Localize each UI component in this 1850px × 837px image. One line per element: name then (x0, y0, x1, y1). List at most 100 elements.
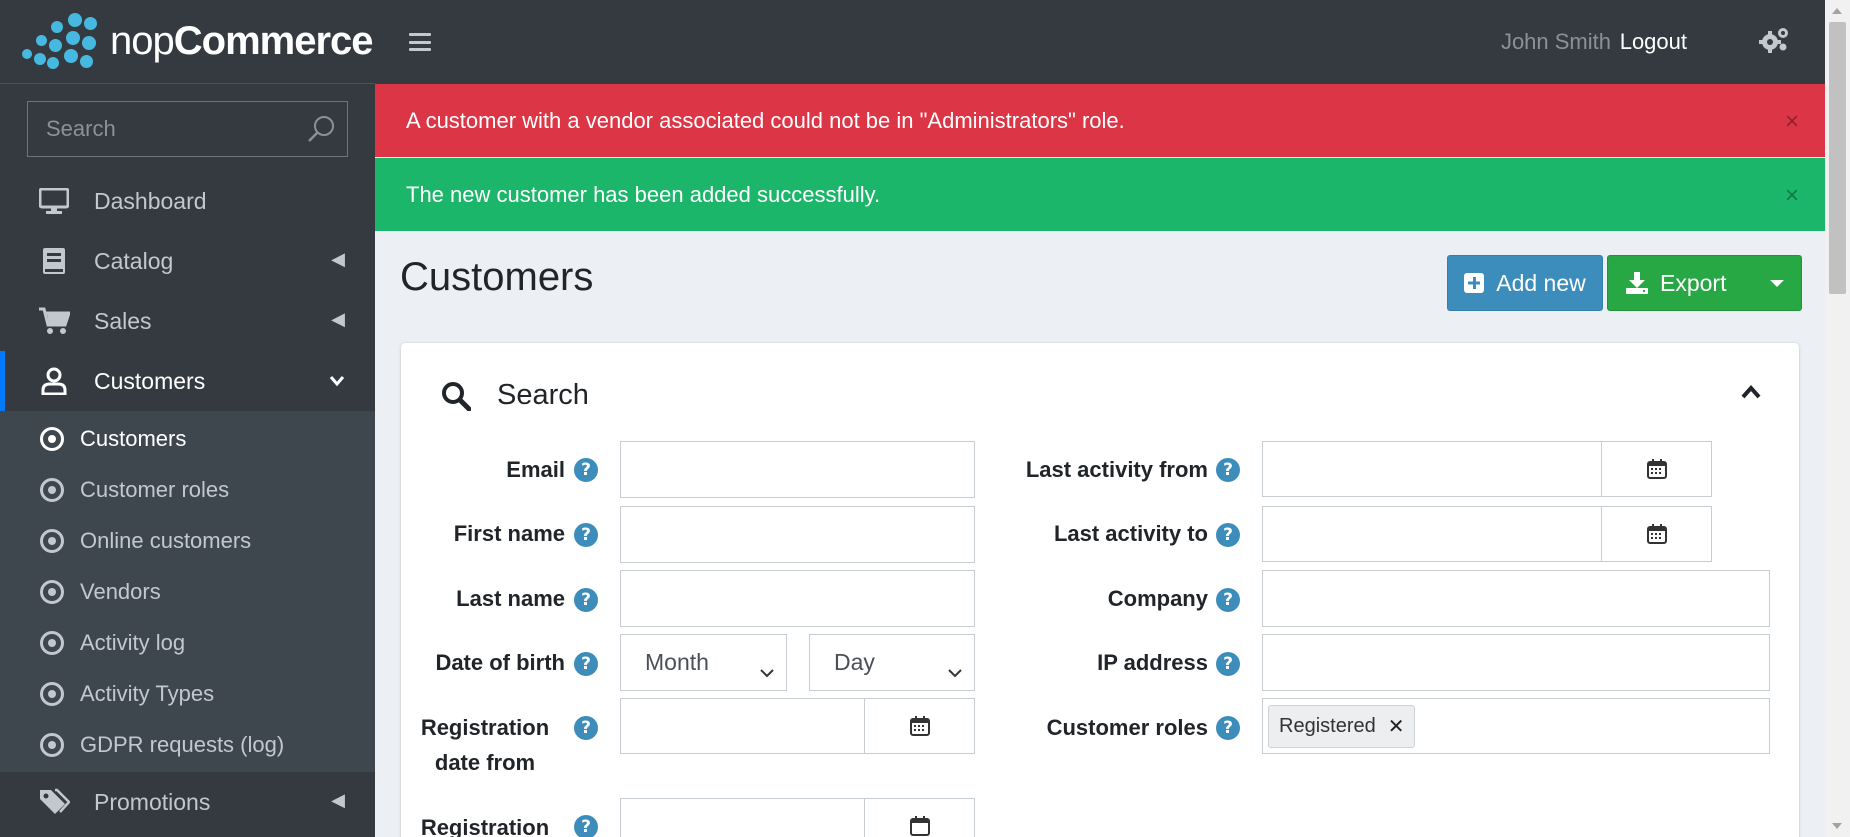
chevron-left-icon: ◀ (331, 790, 345, 810)
help-icon[interactable]: ? (574, 716, 598, 740)
circle-dot-icon (40, 732, 64, 757)
dob-day-select[interactable]: Day (809, 634, 975, 691)
close-icon[interactable]: × (1785, 182, 1799, 210)
chevron-down-icon (760, 657, 774, 684)
circle-dot-icon (40, 426, 64, 451)
circle-dot-icon (40, 477, 64, 502)
company-label: Company (1107, 586, 1208, 611)
last-activity-to-field[interactable] (1262, 506, 1712, 562)
error-alert-message: A customer with a vendor associated coul… (406, 107, 1125, 133)
calendar-icon[interactable] (1601, 442, 1711, 496)
sidebar-item-sales[interactable]: Sales ◀ (0, 291, 375, 351)
sidebar-search-input[interactable] (46, 116, 296, 142)
sidebar-item-promotions[interactable]: Promotions ◀ (0, 772, 375, 832)
chevron-down-icon (948, 657, 962, 684)
last-activity-to-label: Last activity to (1053, 521, 1208, 546)
chevron-down-icon (329, 371, 345, 392)
sidebar-item-catalog[interactable]: Catalog ◀ (0, 231, 375, 291)
customer-roles-label: Customer roles (1046, 715, 1208, 740)
customer-roles-multiselect[interactable]: Registered ✕ (1262, 698, 1770, 754)
tags-icon (38, 786, 70, 818)
gears-icon[interactable] (1759, 26, 1789, 59)
customers-submenu: Customers Customer roles Online customer… (0, 411, 375, 772)
calendar-icon[interactable] (864, 699, 974, 753)
help-icon[interactable]: ? (1216, 588, 1240, 612)
remove-tag-icon[interactable]: ✕ (1388, 714, 1405, 739)
sidebar-search[interactable] (27, 101, 348, 157)
desktop-icon (38, 185, 70, 217)
submenu-item-customers[interactable]: Customers (0, 413, 375, 464)
calendar-icon[interactable] (1601, 507, 1711, 561)
error-alert: A customer with a vendor associated coul… (375, 84, 1825, 157)
registration-to-label: Registration (420, 815, 550, 837)
scroll-up-icon[interactable] (1832, 8, 1842, 14)
scroll-thumb[interactable] (1829, 22, 1846, 294)
cart-icon (38, 305, 70, 337)
first-name-label: First name (453, 521, 565, 546)
ip-address-label: IP address (1097, 650, 1208, 675)
top-navbar: John Smith Logout (375, 0, 1825, 84)
search-icon[interactable] (305, 113, 337, 145)
submenu-item-activity-log[interactable]: Activity log (0, 617, 375, 668)
last-activity-from-field[interactable] (1262, 441, 1712, 497)
page-scrollbar[interactable] (1825, 0, 1850, 837)
success-alert-message: The new customer has been added successf… (406, 181, 881, 207)
logo-mark (18, 12, 97, 71)
brand-logo[interactable]: nopCommerce (0, 0, 375, 84)
current-user-name[interactable]: John Smith (1501, 29, 1611, 55)
sidebar-item-customers[interactable]: Customers (0, 351, 375, 411)
first-name-field[interactable] (620, 506, 975, 563)
sidebar: nopCommerce Dashboard Catalog ◀ Sales ◀ … (0, 0, 375, 837)
last-activity-from-label: Last activity from (1025, 457, 1208, 482)
plus-square-icon (1464, 273, 1485, 293)
circle-dot-icon (40, 630, 64, 655)
chevron-left-icon: ◀ (331, 249, 345, 269)
sidebar-item-dashboard[interactable]: Dashboard (0, 171, 375, 231)
help-icon[interactable]: ? (1216, 716, 1240, 740)
help-icon[interactable]: ? (574, 523, 598, 547)
circle-dot-icon (40, 528, 64, 553)
submenu-item-customer-roles[interactable]: Customer roles (0, 464, 375, 515)
circle-dot-icon (40, 579, 64, 604)
registration-from-field[interactable] (620, 698, 975, 754)
submenu-item-vendors[interactable]: Vendors (0, 566, 375, 617)
scroll-down-icon[interactable] (1832, 823, 1842, 829)
close-icon[interactable]: × (1785, 108, 1799, 136)
circle-dot-icon (40, 681, 64, 706)
help-icon[interactable]: ? (574, 458, 598, 482)
search-panel-header[interactable]: Search (441, 379, 589, 412)
dob-month-select[interactable]: Month (620, 634, 787, 691)
page-title: Customers (400, 255, 594, 299)
help-icon[interactable]: ? (1216, 458, 1240, 482)
success-alert: The new customer has been added successf… (375, 158, 1825, 231)
brand-name: nopCommerce (110, 19, 374, 63)
submenu-item-activity-types[interactable]: Activity Types (0, 668, 375, 719)
calendar-icon[interactable] (864, 799, 974, 837)
help-icon[interactable]: ? (574, 652, 598, 676)
submenu-item-online-customers[interactable]: Online customers (0, 515, 375, 566)
last-name-field[interactable] (620, 570, 975, 627)
registration-to-field[interactable] (620, 798, 975, 837)
download-icon (1626, 272, 1648, 294)
ip-address-field[interactable] (1262, 634, 1770, 691)
email-label: Email (506, 457, 565, 482)
submenu-item-gdpr-requests[interactable]: GDPR requests (log) (0, 719, 375, 770)
menu-toggle-icon[interactable] (409, 33, 431, 51)
export-button[interactable]: Export (1607, 255, 1802, 311)
add-new-button[interactable]: Add new (1447, 255, 1603, 311)
company-field[interactable] (1262, 570, 1770, 627)
search-icon (442, 381, 471, 411)
chevron-up-icon[interactable] (1741, 384, 1761, 404)
help-icon[interactable]: ? (1216, 652, 1240, 676)
chevron-left-icon: ◀ (331, 309, 345, 329)
role-tag-registered: Registered ✕ (1268, 705, 1416, 748)
book-icon (38, 245, 70, 277)
registration-from-label: Registration date from (420, 715, 550, 775)
export-dropdown-caret-icon[interactable] (1770, 279, 1784, 287)
help-icon[interactable]: ? (574, 815, 598, 837)
user-icon (38, 365, 70, 397)
logout-link[interactable]: Logout (1620, 29, 1687, 55)
help-icon[interactable]: ? (1216, 523, 1240, 547)
email-field[interactable] (620, 441, 975, 498)
help-icon[interactable]: ? (574, 588, 598, 612)
